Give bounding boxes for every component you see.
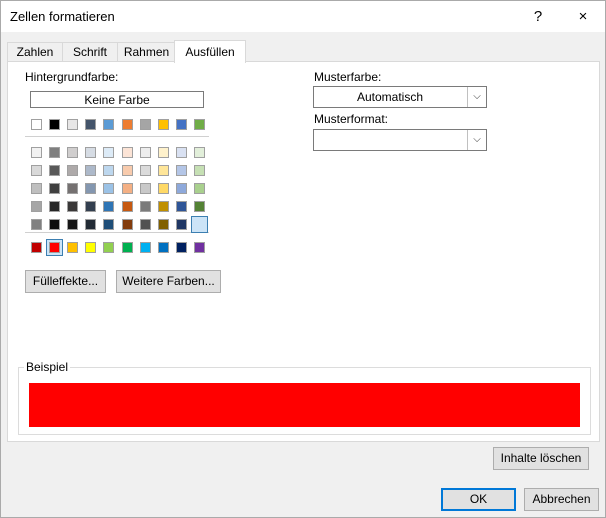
background-color-label: Hintergrundfarbe: [25,70,119,84]
color-swatch[interactable] [140,219,151,230]
color-swatch[interactable] [31,165,42,176]
pattern-style-label: Musterformat: [314,112,389,126]
title-bar: Zellen formatieren ? × [1,1,605,32]
close-button[interactable]: × [561,1,605,32]
color-swatch[interactable] [103,165,114,176]
color-swatch[interactable] [31,119,42,130]
palette-divider [25,136,209,137]
color-swatch[interactable] [158,242,169,253]
color-swatch[interactable] [122,147,133,158]
pattern-color-dropdown[interactable]: Automatisch ⌵ [313,86,487,108]
pattern-style-dropdown[interactable]: ⌵ [313,129,487,151]
color-swatch[interactable] [103,219,114,230]
color-swatch[interactable] [85,165,96,176]
pattern-color-value: Automatisch [356,90,424,104]
color-swatch[interactable] [31,201,42,212]
tab-rahmen[interactable]: Rahmen [117,42,176,62]
color-swatch[interactable] [67,201,78,212]
tab-ausfuellen[interactable]: Ausfüllen [174,40,246,63]
sample-preview [29,383,580,427]
fill-effects-button[interactable]: Fülleffekte... [25,270,106,293]
help-button[interactable]: ? [516,1,560,32]
color-swatch[interactable] [31,147,42,158]
color-swatch[interactable] [140,183,151,194]
color-swatch[interactable] [140,201,151,212]
color-swatch[interactable] [49,147,60,158]
color-swatch[interactable] [31,183,42,194]
color-swatch[interactable] [103,147,114,158]
swatch-hover-highlight [191,216,208,233]
color-swatch[interactable] [67,147,78,158]
color-swatch[interactable] [85,219,96,230]
color-swatch[interactable] [122,219,133,230]
color-swatch[interactable] [122,183,133,194]
color-swatch[interactable] [140,147,151,158]
chevron-down-icon[interactable]: ⌵ [467,130,486,150]
color-swatch[interactable] [31,242,42,253]
color-swatch[interactable] [176,147,187,158]
color-swatch[interactable] [194,119,205,130]
color-swatch[interactable] [176,219,187,230]
color-swatch[interactable] [158,201,169,212]
color-swatch[interactable] [103,242,114,253]
color-swatch[interactable] [140,119,151,130]
more-colors-button[interactable]: Weitere Farben... [116,270,221,293]
color-swatch[interactable] [85,183,96,194]
tab-zahlen[interactable]: Zahlen [7,42,63,62]
color-swatch[interactable] [122,242,133,253]
color-swatch[interactable] [158,165,169,176]
color-swatch[interactable] [194,147,205,158]
color-swatch[interactable] [49,219,60,230]
color-swatch[interactable] [31,219,42,230]
color-swatch[interactable] [85,119,96,130]
color-swatch[interactable] [49,165,60,176]
color-swatch[interactable] [194,201,205,212]
color-swatch[interactable] [158,147,169,158]
color-swatch[interactable] [103,119,114,130]
color-swatch[interactable] [122,165,133,176]
color-swatch[interactable] [67,219,78,230]
color-swatch[interactable] [158,219,169,230]
color-swatch[interactable] [176,183,187,194]
palette-divider [25,232,209,233]
window-title: Zellen formatieren [10,9,115,24]
sample-label: Beispiel [24,360,71,374]
color-swatch[interactable] [85,242,96,253]
color-swatch[interactable] [176,165,187,176]
no-color-button[interactable]: Keine Farbe [30,91,204,108]
color-swatch[interactable] [122,119,133,130]
sample-group: Beispiel [18,360,591,435]
color-swatch[interactable] [176,201,187,212]
color-swatch[interactable] [67,183,78,194]
color-swatch[interactable] [49,183,60,194]
color-swatch[interactable] [158,119,169,130]
color-swatch[interactable] [140,165,151,176]
chevron-down-icon[interactable]: ⌵ [467,87,486,107]
color-swatch[interactable] [67,165,78,176]
tab-schrift[interactable]: Schrift [62,42,118,62]
color-swatch[interactable] [158,183,169,194]
color-swatch[interactable] [176,119,187,130]
color-swatch[interactable] [194,183,205,194]
color-swatch[interactable] [103,201,114,212]
color-swatch[interactable] [85,201,96,212]
clear-button[interactable]: Inhalte löschen [493,447,589,470]
color-swatch[interactable] [85,147,96,158]
color-swatch[interactable] [103,183,114,194]
color-swatch[interactable] [49,119,60,130]
fill-tab-panel: Hintergrundfarbe: Keine Farbe Fülleffekt… [7,61,600,442]
dialog-window: Zellen formatieren ? × Zahlen Schrift Ra… [0,0,606,518]
color-swatch[interactable] [194,242,205,253]
color-swatch[interactable] [67,242,78,253]
ok-button[interactable]: OK [441,488,516,511]
color-swatch[interactable] [122,201,133,212]
color-swatch[interactable] [194,165,205,176]
color-swatch[interactable] [176,242,187,253]
color-swatch[interactable] [67,119,78,130]
color-swatch[interactable] [49,201,60,212]
pattern-color-label: Musterfarbe: [314,70,382,84]
cancel-button[interactable]: Abbrechen [524,488,599,511]
color-swatch[interactable] [140,242,151,253]
color-swatch[interactable] [49,242,60,253]
